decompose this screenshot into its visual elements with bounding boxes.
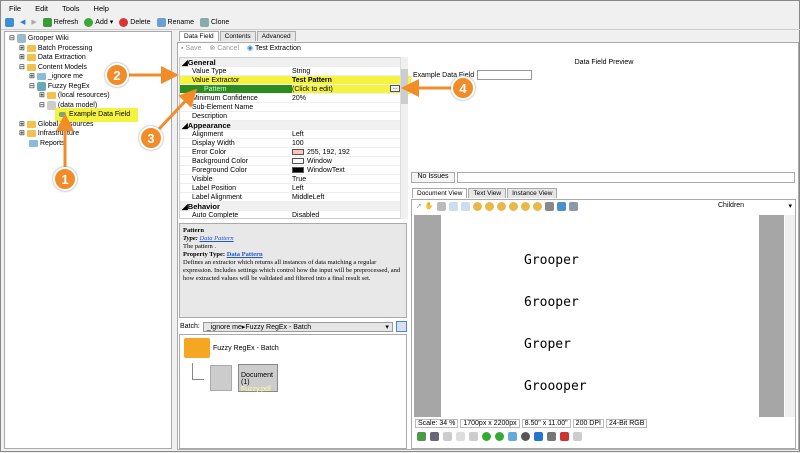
callout-4: 4 xyxy=(451,76,475,100)
arrow-3 xyxy=(157,88,198,131)
callout-1: 1 xyxy=(53,167,77,191)
callout-3: 3 xyxy=(139,126,163,150)
callout-2: 2 xyxy=(105,63,129,87)
